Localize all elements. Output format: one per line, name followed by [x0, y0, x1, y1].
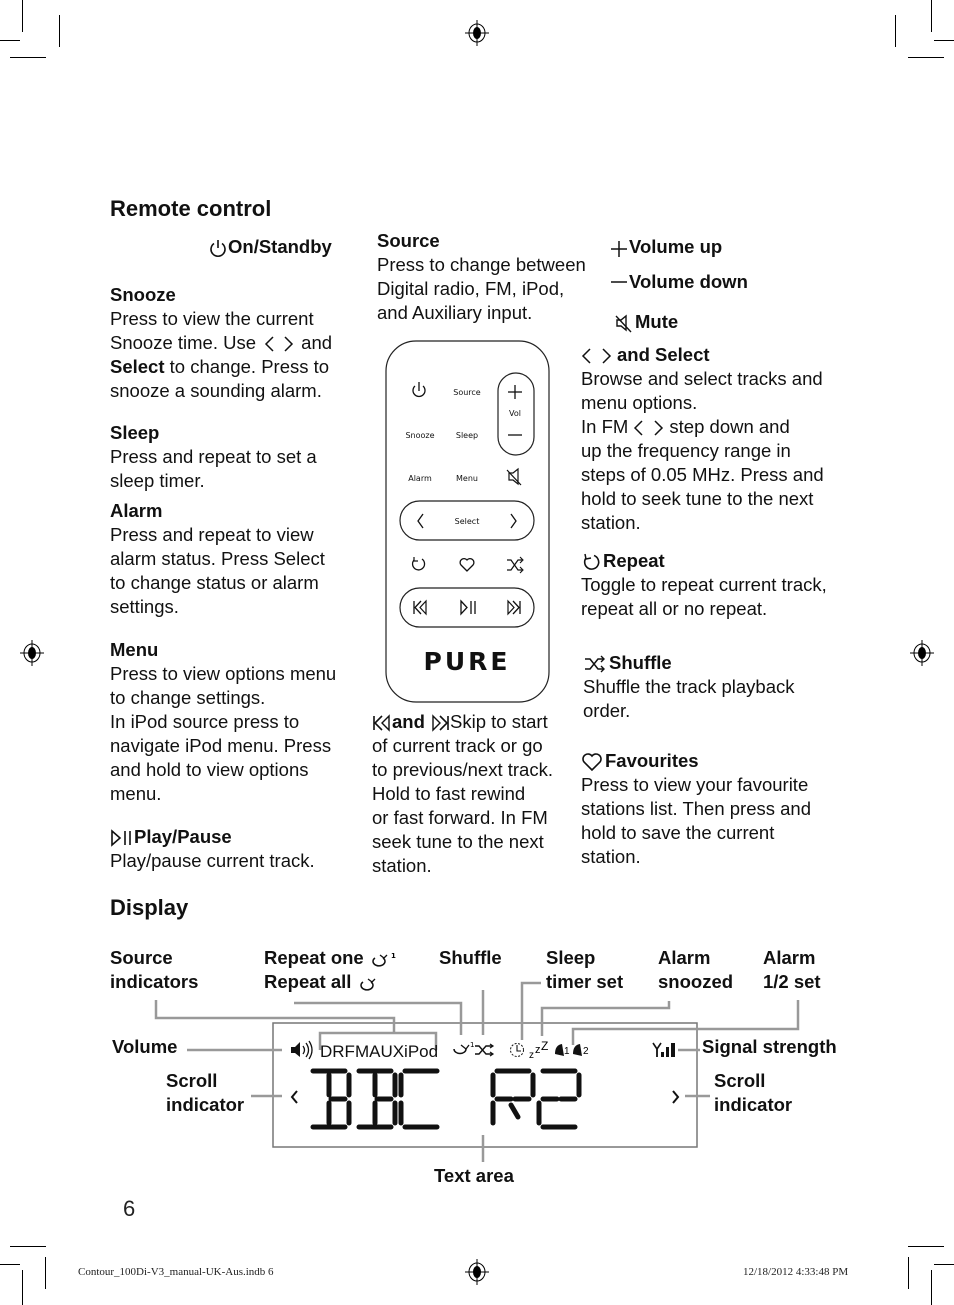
svg-text:1: 1	[470, 1041, 474, 1049]
lcd-sleep-timer-icon	[510, 1043, 524, 1057]
lcd-character	[398, 1068, 440, 1130]
svg-text:z: z	[535, 1044, 541, 1056]
lcd-repeat-icon: 1	[453, 1041, 474, 1055]
leader-source	[154, 1000, 396, 1033]
page-number: 6	[123, 1196, 136, 1221]
lcd-character	[490, 1068, 536, 1126]
lcd-source-indicators: DRFMAUXiPod	[320, 1042, 438, 1061]
footer-timestamp: 12/18/2012 4:33:48 PM	[743, 1266, 849, 1278]
svg-text:z: z	[529, 1050, 534, 1061]
lcd-character	[310, 1068, 352, 1130]
svg-text:1: 1	[564, 1046, 570, 1057]
leader-sleep	[520, 981, 541, 1040]
svg-text:Z: Z	[541, 1039, 548, 1053]
footer-filename: Contour_100Di-V3_manual-UK-Aus.indb 6	[78, 1266, 274, 1278]
leader-snooze	[540, 1001, 671, 1036]
lcd-volume-icon	[291, 1040, 313, 1060]
lcd-signal-strength-icon	[652, 1042, 675, 1057]
lcd-shuffle-icon	[475, 1043, 495, 1057]
display-diagram: DRFMAUXiPod 1 z z Z 1 2	[154, 981, 800, 1162]
lcd-snooze-icon: z z Z	[529, 1039, 548, 1061]
svg-text:2: 2	[583, 1046, 589, 1057]
lcd-text-area	[310, 1068, 582, 1130]
lcd-scroll-left-icon	[290, 1090, 298, 1104]
lcd-character	[536, 1068, 582, 1130]
lcd-segment	[508, 1102, 521, 1120]
lcd-scroll-right-icon	[672, 1090, 680, 1104]
lcd-character	[356, 1068, 398, 1130]
lcd-alarm1-icon: 1	[555, 1044, 570, 1057]
lcd-alarm2-icon: 2	[573, 1044, 589, 1057]
